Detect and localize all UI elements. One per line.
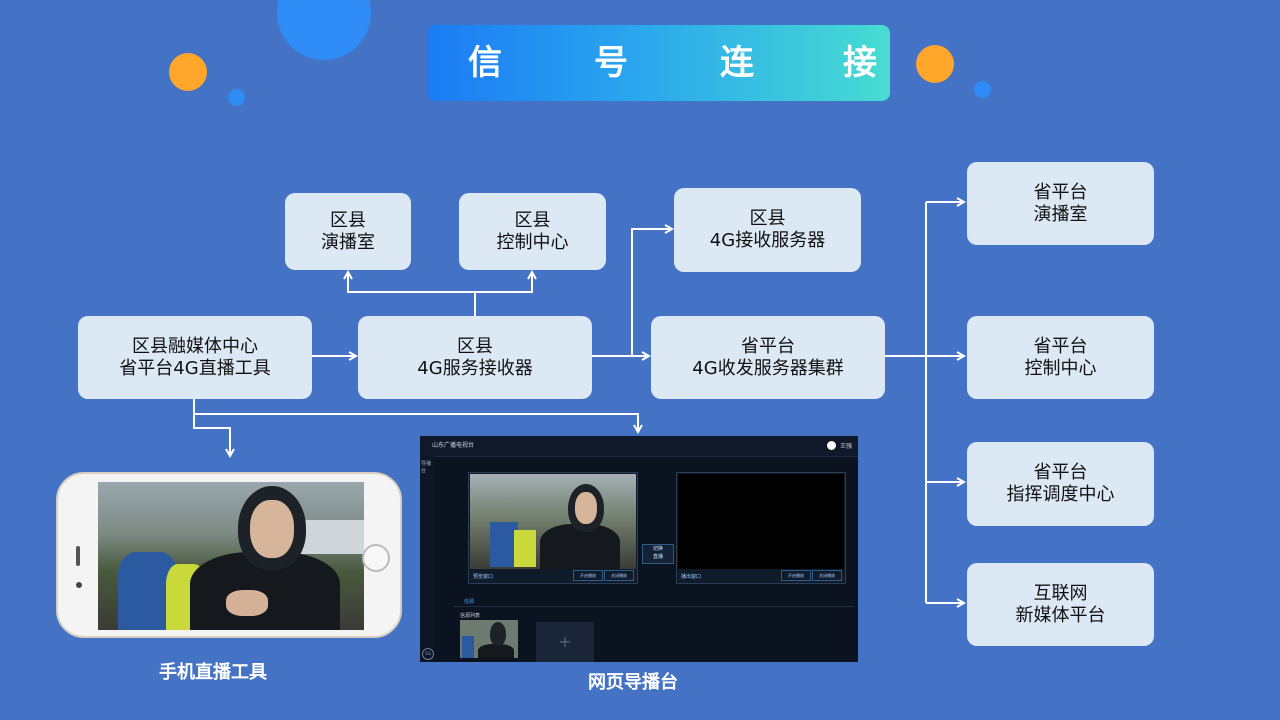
- console-preview-stop-button[interactable]: 关闭播放: [604, 570, 634, 581]
- node-county-studio: 区县 演播室: [285, 193, 411, 270]
- console-divider: [454, 606, 854, 607]
- node-county-4g-receiver: 区县 4G服务接收器: [358, 316, 592, 399]
- console-preview-label: 预览窗口: [473, 574, 494, 580]
- console-switch-label: 切换: [652, 546, 663, 552]
- console-sidebar: 导播台: [420, 456, 434, 662]
- node-internet-line2: 新媒体平台: [1015, 604, 1106, 626]
- node-county-control-line2: 控制中心: [496, 231, 569, 253]
- console-program-start-button[interactable]: 开启播放: [781, 570, 811, 581]
- link-to-county-studio: [348, 272, 475, 293]
- web-console-screenshot: 山东广播电视台 王强 导播台 预览窗口 开启播放 关闭播放 切换 直播 播出窗口…: [420, 436, 858, 662]
- node-prov-studio: 省平台 演播室: [967, 162, 1154, 245]
- console-preview-start-button[interactable]: 开启播放: [573, 570, 603, 581]
- node-prov-command-line2: 指挥调度中心: [1006, 484, 1115, 505]
- console-source-list-label: 信源列表: [460, 613, 481, 619]
- console-live-label: 直播: [652, 554, 663, 560]
- console-add-source-button[interactable]: +: [536, 622, 594, 662]
- node-internet-line1: 互联网: [1033, 582, 1088, 604]
- console-program-label: 播出窗口: [681, 574, 702, 580]
- phone-illustration: [56, 472, 402, 638]
- caption-web-console: 网页导播台: [588, 672, 678, 693]
- node-prov-command: 省平台 指挥调度中心: [967, 442, 1154, 526]
- node-prov-control-line2: 控制中心: [1024, 357, 1097, 379]
- node-county-media-center: 区县融媒体中心 省平台4G直播工具: [78, 316, 312, 399]
- node-prov-4g-cluster-line2: 4G收发服务器集群: [692, 357, 844, 379]
- node-prov-command-line1: 省平台: [1033, 462, 1088, 483]
- console-switch-button[interactable]: 切换 直播: [642, 544, 674, 564]
- phone-home-button: [362, 544, 390, 572]
- node-county-media-center-line2: 省平台4G直播工具: [119, 357, 271, 379]
- node-prov-studio-line1: 省平台: [1033, 181, 1088, 203]
- phone-speaker: [76, 546, 80, 566]
- node-county-studio-line2: 演播室: [321, 231, 375, 253]
- console-title: 山东广播电视台: [432, 442, 475, 449]
- node-prov-control-line1: 省平台: [1033, 335, 1088, 357]
- console-preview-video: [470, 474, 636, 569]
- node-county-4g-server-line2: 4G接收服务器: [709, 230, 826, 251]
- link-to-web-console: [194, 413, 638, 432]
- node-county-4g-receiver-line1: 区县: [457, 335, 493, 357]
- node-prov-4g-cluster-line1: 省平台: [741, 335, 795, 357]
- node-prov-studio-line2: 演播室: [1033, 203, 1088, 225]
- node-county-4g-server: 区县 4G接收服务器: [674, 188, 861, 272]
- console-header: 山东广播电视台 王强: [420, 436, 858, 457]
- console-section-title: 信源: [464, 599, 475, 605]
- phone-camera: [76, 582, 82, 588]
- node-county-4g-receiver-line2: 4G服务接收器: [417, 357, 533, 379]
- node-prov-4g-cluster: 省平台 4G收发服务器集群: [651, 316, 885, 399]
- node-county-4g-server-line1: 区县: [749, 208, 786, 229]
- link-to-county-control: [475, 272, 532, 293]
- node-prov-control: 省平台 控制中心: [967, 316, 1154, 399]
- console-program-stop-button[interactable]: 关闭播放: [812, 570, 842, 581]
- console-badge: 5G: [422, 648, 434, 660]
- node-county-studio-line1: 区县: [330, 209, 366, 231]
- console-program-video: [678, 474, 844, 569]
- node-county-control: 区县 控制中心: [459, 193, 606, 270]
- node-county-media-center-line1: 区县融媒体中心: [132, 335, 258, 357]
- caption-phone: 手机直播工具: [159, 662, 267, 683]
- phone-screen-video: [98, 482, 364, 630]
- link-to-phone: [193, 398, 230, 456]
- node-county-control-line1: 区县: [514, 209, 551, 231]
- node-internet: 互联网 新媒体平台: [967, 563, 1154, 646]
- console-source-thumbnail[interactable]: [460, 620, 518, 658]
- console-user: 王强: [839, 443, 852, 450]
- console-preview-panel: 预览窗口 开启播放 关闭播放: [468, 472, 638, 584]
- console-sidebar-label: 导播台: [421, 461, 432, 474]
- avatar-icon: [827, 441, 836, 450]
- console-program-panel: 播出窗口 开启播放 关闭播放: [676, 472, 846, 584]
